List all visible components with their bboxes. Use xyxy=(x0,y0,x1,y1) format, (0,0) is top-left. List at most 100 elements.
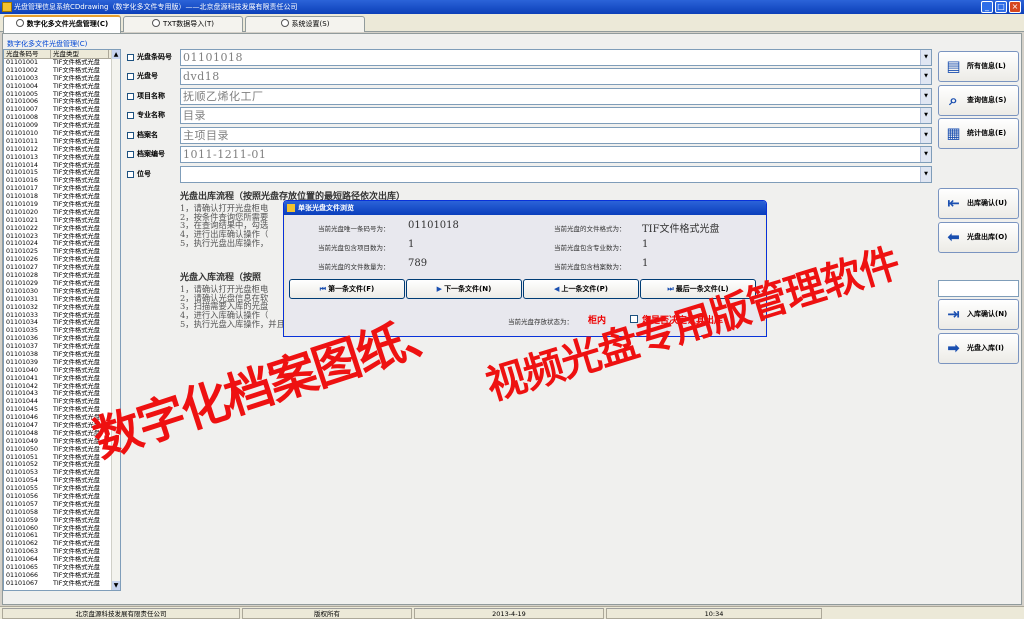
list-item[interactable]: 01101061 TIF文件格式光盘 xyxy=(4,532,120,540)
list-item[interactable]: 01101012 TIF文件格式光盘 xyxy=(4,146,120,154)
list-item[interactable]: 01101030 TIF文件格式光盘 xyxy=(4,288,120,296)
list-item[interactable]: 01101058 TIF文件格式光盘 xyxy=(4,509,120,517)
tag-no-input[interactable] xyxy=(180,166,932,183)
list-item[interactable]: 01101059 TIF文件格式光盘 xyxy=(4,517,120,525)
close-button[interactable]: × xyxy=(1009,1,1021,13)
list-item[interactable]: 01101038 TIF文件格式光盘 xyxy=(4,351,120,359)
list-item[interactable]: 01101054 TIF文件格式光盘 xyxy=(4,477,120,485)
archive-no-checkbox[interactable] xyxy=(127,151,134,158)
project-name-input[interactable]: 抚顺乙烯化工厂 xyxy=(180,88,932,105)
list-item[interactable]: 01101062 TIF文件格式光盘 xyxy=(4,540,120,548)
scroll-up-icon[interactable]: ▲ xyxy=(112,50,120,59)
list-item[interactable]: 01101003 TIF文件格式光盘 xyxy=(4,75,120,83)
list-item[interactable]: 01101010 TIF文件格式光盘 xyxy=(4,130,120,138)
list-item[interactable]: 01101002 TIF文件格式光盘 xyxy=(4,67,120,75)
list-item[interactable]: 01101066 TIF文件格式光盘 xyxy=(4,572,120,580)
out-confirm-button[interactable]: ⇤ 出库确认(U) xyxy=(938,188,1019,219)
list-item[interactable]: 01101033 TIF文件格式光盘 xyxy=(4,312,120,320)
list-item[interactable]: 01101022 TIF文件格式光盘 xyxy=(4,225,120,233)
list-item[interactable]: 01101055 TIF文件格式光盘 xyxy=(4,485,120,493)
list-item[interactable]: 01101034 TIF文件格式光盘 xyxy=(4,319,120,327)
archive-no-input[interactable]: 1011-1211-01 xyxy=(180,146,932,163)
list-item[interactable]: 01101015 TIF文件格式光盘 xyxy=(4,169,120,177)
list-item[interactable]: 01101006 TIF文件格式光盘 xyxy=(4,98,120,106)
list-item[interactable]: 01101017 TIF文件格式光盘 xyxy=(4,185,120,193)
tab-system-settings[interactable]: 系统设置(S) xyxy=(245,16,365,32)
list-item[interactable]: 01101035 TIF文件格式光盘 xyxy=(4,327,120,335)
disc-no-checkbox[interactable] xyxy=(127,73,134,80)
list-item[interactable]: 01101016 TIF文件格式光盘 xyxy=(4,177,120,185)
disc-list[interactable]: 光盘条码号 光盘类型 01101001 TIF文件格式光盘 01101002 TIF文… xyxy=(3,49,121,591)
list-item[interactable]: 01101004 TIF文件格式光盘 xyxy=(4,83,120,91)
list-item[interactable]: 01101025 TIF文件格式光盘 xyxy=(4,248,120,256)
column-header-barcode[interactable]: 光盘条码号 xyxy=(4,50,51,58)
list-item[interactable]: 01101060 TIF文件格式光盘 xyxy=(4,525,120,533)
list-item[interactable]: 01101027 TIF文件格式光盘 xyxy=(4,264,120,272)
list-item[interactable]: 01101053 TIF文件格式光盘 xyxy=(4,469,120,477)
statistics-button[interactable]: ▦ 统计信息(E) xyxy=(938,118,1019,149)
query-info-button[interactable]: ⌕ 查询信息(S) xyxy=(938,85,1019,116)
list-item[interactable]: 01101019 TIF文件格式光盘 xyxy=(4,201,120,209)
list-item[interactable]: 01101013 TIF文件格式光盘 xyxy=(4,154,120,162)
list-item[interactable]: 01101028 TIF文件格式光盘 xyxy=(4,272,120,280)
list-scrollbar[interactable]: ▲ ▼ xyxy=(111,50,120,590)
tab-disc-management[interactable]: 数字化多文件光盘管理(C) xyxy=(3,15,121,33)
list-item[interactable]: 01101037 TIF文件格式光盘 xyxy=(4,343,120,351)
list-item[interactable]: 01101020 TIF文件格式光盘 xyxy=(4,209,120,217)
project-name-checkbox[interactable] xyxy=(127,93,134,100)
list-item[interactable]: 01101041 TIF文件格式光盘 xyxy=(4,375,120,383)
list-item[interactable]: 01101008 TIF文件格式光盘 xyxy=(4,114,120,122)
chevron-down-icon[interactable]: ▼ xyxy=(920,128,931,143)
list-item[interactable]: 01101018 TIF文件格式光盘 xyxy=(4,193,120,201)
disc-no-input[interactable]: dvd18 xyxy=(180,68,932,85)
chevron-down-icon[interactable]: ▼ xyxy=(920,147,931,162)
all-info-button[interactable]: ▤ 所有信息(L) xyxy=(938,51,1019,82)
list-item[interactable]: 01101014 TIF文件格式光盘 xyxy=(4,162,120,170)
list-item[interactable]: 01101036 TIF文件格式光盘 xyxy=(4,335,120,343)
list-item[interactable]: 01101065 TIF文件格式光盘 xyxy=(4,564,120,572)
list-item[interactable]: 01101031 TIF文件格式光盘 xyxy=(4,296,120,304)
column-header-type[interactable]: 光盘类型 xyxy=(51,50,109,58)
barcode-checkbox[interactable] xyxy=(127,54,134,61)
scroll-down-icon[interactable]: ▼ xyxy=(112,581,120,590)
archive-name-input[interactable]: 主项目录 xyxy=(180,127,932,144)
minimize-button[interactable]: _ xyxy=(981,1,993,13)
list-item[interactable]: 01101009 TIF文件格式光盘 xyxy=(4,122,120,130)
specialty-input[interactable]: 目录 xyxy=(180,107,932,124)
dialog-titlebar[interactable]: 单张光盘文件浏览 xyxy=(284,201,766,215)
chevron-down-icon[interactable]: ▼ xyxy=(920,108,931,123)
list-item[interactable]: 01101063 TIF文件格式光盘 xyxy=(4,548,120,556)
barcode-input[interactable]: 01101018 xyxy=(180,49,932,66)
disc-out-button[interactable]: ⬅ 光盘出库(O) xyxy=(938,222,1019,253)
chevron-down-icon[interactable]: ▼ xyxy=(920,167,931,182)
archive-name-checkbox[interactable] xyxy=(127,132,134,139)
list-item[interactable]: 01101011 TIF文件格式光盘 xyxy=(4,138,120,146)
list-item[interactable]: 01101001 TIF文件格式光盘 xyxy=(4,59,120,67)
scan-input[interactable] xyxy=(938,280,1019,297)
chevron-down-icon[interactable]: ▼ xyxy=(920,50,931,65)
in-confirm-button[interactable]: ⇥ 入库确认(N) xyxy=(938,299,1019,330)
list-item[interactable]: 01101021 TIF文件格式光盘 xyxy=(4,217,120,225)
list-item[interactable]: 01101064 TIF文件格式光盘 xyxy=(4,556,120,564)
first-file-button[interactable]: ⏮ 第一条文件(F) xyxy=(289,279,405,299)
specialty-checkbox[interactable] xyxy=(127,112,134,119)
list-item[interactable]: 01101029 TIF文件格式光盘 xyxy=(4,280,120,288)
list-item[interactable]: 01101023 TIF文件格式光盘 xyxy=(4,233,120,241)
list-item[interactable]: 01101005 TIF文件格式光盘 xyxy=(4,91,120,99)
list-item[interactable]: 01101024 TIF文件格式光盘 xyxy=(4,240,120,248)
maximize-button[interactable]: □ xyxy=(995,1,1007,13)
list-item[interactable]: 01101057 TIF文件格式光盘 xyxy=(4,501,120,509)
tab-txt-import[interactable]: TXT数据导入(T) xyxy=(123,16,243,32)
chevron-down-icon[interactable]: ▼ xyxy=(920,89,931,104)
list-item[interactable]: 01101067 TIF文件格式光盘 xyxy=(4,580,120,588)
list-item[interactable]: 01101007 TIF文件格式光盘 xyxy=(4,106,120,114)
prev-file-button[interactable]: ◀ 上一条文件(P) xyxy=(523,279,639,299)
tag-no-checkbox[interactable] xyxy=(127,171,134,178)
chevron-down-icon[interactable]: ▼ xyxy=(920,69,931,84)
list-item[interactable]: 01101039 TIF文件格式光盘 xyxy=(4,359,120,367)
list-item[interactable]: 01101042 TIF文件格式光盘 xyxy=(4,383,120,391)
list-item[interactable]: 01101040 TIF文件格式光盘 xyxy=(4,367,120,375)
list-item[interactable]: 01101056 TIF文件格式光盘 xyxy=(4,493,120,501)
list-item[interactable]: 01101032 TIF文件格式光盘 xyxy=(4,304,120,312)
disc-in-button[interactable]: ➡ 光盘入库(I) xyxy=(938,333,1019,364)
